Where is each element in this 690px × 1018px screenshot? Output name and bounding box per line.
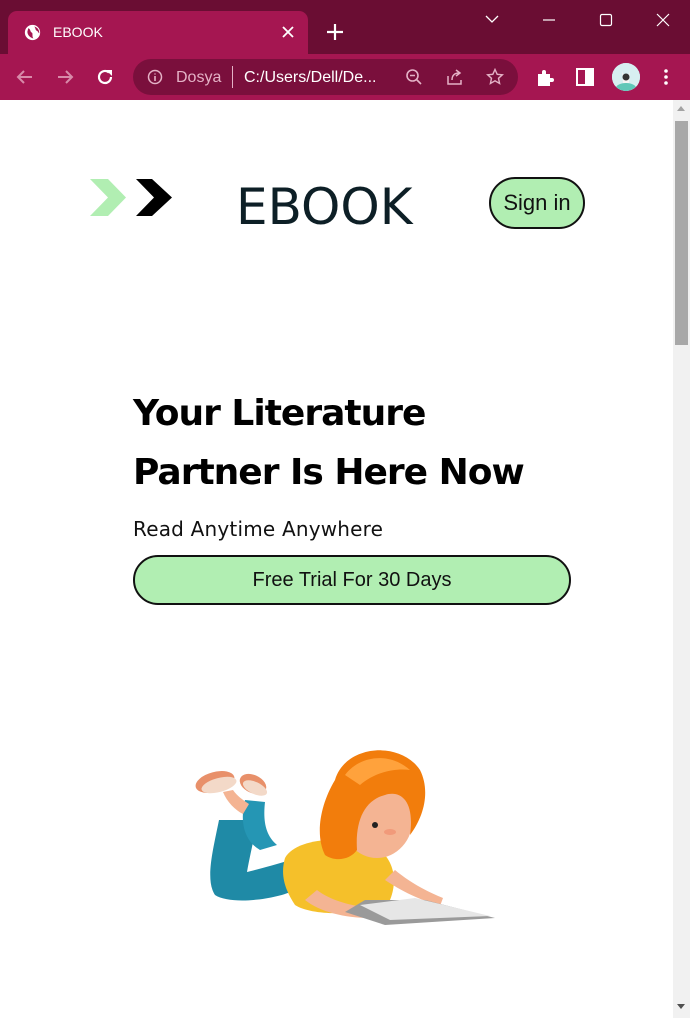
profile-image-icon	[612, 63, 640, 91]
reload-icon[interactable]	[93, 65, 117, 89]
page-viewport: EBOOK Sign in Your Literature Partner Is…	[0, 100, 673, 1018]
vertical-scrollbar[interactable]	[673, 100, 690, 1018]
menu-dots-icon[interactable]	[654, 65, 678, 89]
brand-title: EBOOK	[236, 178, 413, 236]
info-icon[interactable]	[147, 69, 163, 85]
zoom-out-icon[interactable]	[405, 68, 423, 86]
tab-title: EBOOK	[53, 24, 103, 40]
sign-in-button[interactable]: Sign in	[489, 177, 585, 229]
girl-reading-illustration	[195, 750, 495, 925]
globe-icon	[24, 24, 41, 41]
maximize-icon[interactable]	[591, 8, 621, 32]
address-bar[interactable]: Dosya C:/Users/Dell/De...	[133, 59, 518, 95]
address-separator	[232, 66, 233, 88]
extensions-icon[interactable]	[534, 65, 558, 89]
url-text[interactable]: C:/Users/Dell/De...	[244, 69, 394, 87]
minimize-icon[interactable]	[534, 8, 564, 32]
logo-arrows-icon[interactable]	[88, 178, 174, 218]
close-icon[interactable]	[279, 23, 297, 41]
site-label: Dosya	[176, 69, 222, 86]
hero-subtitle: Read Anytime Anywhere	[133, 517, 384, 541]
scroll-up-arrow-icon[interactable]	[677, 106, 685, 111]
side-panel-icon[interactable]	[573, 65, 597, 89]
browser-toolbar: Dosya C:/Users/Dell/De...	[0, 54, 690, 100]
tab-strip: EBOOK	[0, 0, 690, 54]
share-icon[interactable]	[446, 68, 464, 86]
window-close-icon[interactable]	[648, 8, 678, 32]
star-icon[interactable]	[486, 68, 504, 86]
headline-line-1: Your Literature	[133, 393, 426, 434]
profile-avatar[interactable]	[612, 63, 640, 91]
scroll-down-arrow-icon[interactable]	[677, 1004, 685, 1009]
back-arrow-icon[interactable]	[13, 65, 37, 89]
forward-arrow-icon[interactable]	[53, 65, 77, 89]
free-trial-button[interactable]: Free Trial For 30 Days	[133, 555, 571, 605]
hero-headline: Your Literature Partner Is Here Now	[133, 384, 563, 502]
scroll-thumb[interactable]	[675, 121, 688, 345]
chevron-down-icon[interactable]	[477, 8, 507, 32]
plus-icon[interactable]	[324, 21, 346, 43]
headline-line-2: Partner Is Here Now	[133, 452, 525, 493]
tab-ebook[interactable]: EBOOK	[8, 11, 308, 54]
